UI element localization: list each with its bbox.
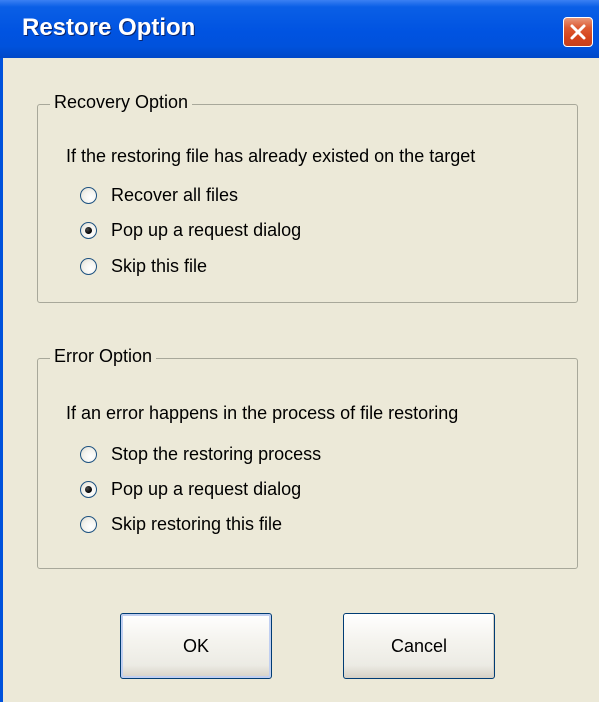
radio-button-selected[interactable] xyxy=(80,480,97,498)
radio-label: Skip restoring this file xyxy=(111,513,283,534)
radio-error-popup-dialog[interactable]: Pop up a request dialog xyxy=(80,477,301,501)
window-title: Restore Option xyxy=(22,14,196,41)
radio-button[interactable] xyxy=(80,257,97,275)
radio-skip-this-file[interactable]: Skip this file xyxy=(80,254,207,278)
radio-label: Recover all files xyxy=(111,184,239,205)
radio-button[interactable] xyxy=(80,186,97,204)
window-border xyxy=(0,58,3,702)
radio-button-selected[interactable] xyxy=(80,221,97,239)
cancel-button[interactable]: Cancel xyxy=(343,613,495,679)
radio-label: Pop up a request dialog xyxy=(111,478,302,499)
radio-label: Pop up a request dialog xyxy=(111,219,302,240)
radio-label: Skip this file xyxy=(111,255,208,276)
radio-button[interactable] xyxy=(80,515,97,533)
restore-option-dialog: Restore Option Recovery Option If the re… xyxy=(0,0,599,702)
close-button[interactable] xyxy=(563,17,593,47)
radio-stop-restoring-process[interactable]: Stop the restoring process xyxy=(80,442,321,466)
recovery-option-description: If the restoring file has already existe… xyxy=(66,146,476,166)
title-bar[interactable]: Restore Option xyxy=(0,0,599,58)
radio-recovery-popup-dialog[interactable]: Pop up a request dialog xyxy=(80,218,301,242)
recovery-option-legend: Recovery Option xyxy=(50,92,193,113)
radio-skip-restoring-this-file[interactable]: Skip restoring this file xyxy=(80,512,282,536)
error-option-legend: Error Option xyxy=(50,346,157,367)
ok-button[interactable]: OK xyxy=(120,613,272,679)
radio-button[interactable] xyxy=(80,445,97,463)
radio-recover-all-files[interactable]: Recover all files xyxy=(80,183,238,207)
radio-label: Stop the restoring process xyxy=(111,443,322,464)
error-option-description: If an error happens in the process of fi… xyxy=(66,403,459,423)
